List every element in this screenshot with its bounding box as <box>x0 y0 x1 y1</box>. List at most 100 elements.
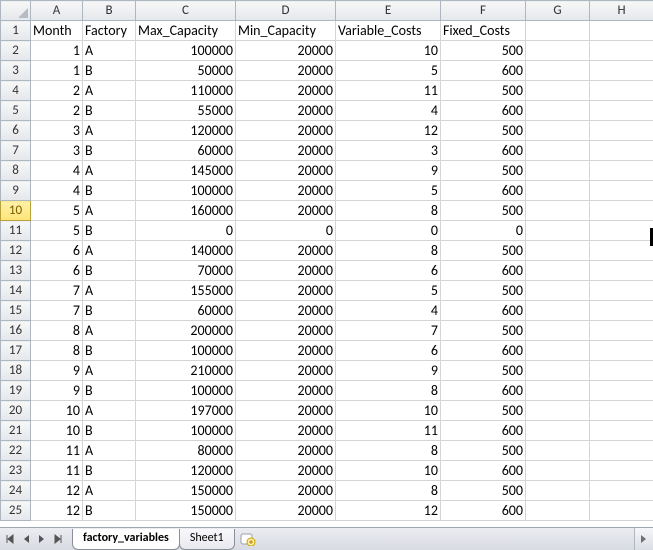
col-header-A[interactable]: A <box>31 1 83 21</box>
row-header[interactable]: 15 <box>1 301 31 321</box>
cell[interactable]: Month <box>31 21 83 41</box>
cell[interactable]: B <box>83 141 136 161</box>
cell[interactable]: 500 <box>441 41 526 61</box>
cell[interactable]: 200000 <box>136 321 236 341</box>
cell[interactable]: 9 <box>336 161 441 181</box>
row-header[interactable]: 5 <box>1 101 31 121</box>
cell[interactable] <box>526 61 590 81</box>
sheet-tab[interactable]: Sheet1 <box>179 529 235 550</box>
row-header[interactable]: 18 <box>1 361 31 381</box>
cell[interactable]: 1 <box>31 61 83 81</box>
cell[interactable]: 500 <box>441 361 526 381</box>
cell[interactable] <box>526 301 590 321</box>
cell[interactable]: B <box>83 421 136 441</box>
cell[interactable] <box>590 161 653 181</box>
cell[interactable]: 100000 <box>136 41 236 61</box>
cell[interactable] <box>590 361 653 381</box>
row-header[interactable]: 13 <box>1 261 31 281</box>
cell[interactable]: 500 <box>441 441 526 461</box>
cell[interactable]: 11 <box>336 81 441 101</box>
cell[interactable] <box>526 341 590 361</box>
cell[interactable] <box>526 421 590 441</box>
cell[interactable]: 20000 <box>236 441 336 461</box>
cell[interactable] <box>526 401 590 421</box>
row-header[interactable]: 20 <box>1 401 31 421</box>
cell[interactable]: A <box>83 361 136 381</box>
cell[interactable]: 20000 <box>236 401 336 421</box>
cell[interactable] <box>590 501 653 521</box>
col-header-G[interactable]: G <box>526 1 590 21</box>
cell[interactable]: 120000 <box>136 121 236 141</box>
cell[interactable]: 500 <box>441 401 526 421</box>
row-header[interactable]: 16 <box>1 321 31 341</box>
cell[interactable]: 20000 <box>236 321 336 341</box>
cell[interactable] <box>590 81 653 101</box>
cell[interactable]: 20000 <box>236 241 336 261</box>
cell[interactable] <box>590 121 653 141</box>
cell[interactable]: 8 <box>336 241 441 261</box>
cell[interactable] <box>590 141 653 161</box>
cell[interactable] <box>590 301 653 321</box>
cell[interactable]: 60000 <box>136 301 236 321</box>
cell[interactable]: 100000 <box>136 181 236 201</box>
cell[interactable] <box>526 201 590 221</box>
cell[interactable] <box>526 501 590 521</box>
sheet-tab[interactable]: factory_variables <box>72 529 180 550</box>
cell[interactable]: 100000 <box>136 381 236 401</box>
cell[interactable]: 7 <box>31 281 83 301</box>
cell[interactable]: 0 <box>236 221 336 241</box>
cell[interactable]: 20000 <box>236 421 336 441</box>
cell[interactable]: Factory <box>83 21 136 41</box>
cell[interactable]: 160000 <box>136 201 236 221</box>
cell[interactable]: 8 <box>336 381 441 401</box>
cell[interactable]: A <box>83 241 136 261</box>
cell[interactable]: 1 <box>31 41 83 61</box>
cell[interactable] <box>590 241 653 261</box>
cell[interactable]: 500 <box>441 81 526 101</box>
cell[interactable]: 210000 <box>136 361 236 381</box>
cell[interactable]: 7 <box>31 301 83 321</box>
cell[interactable]: 9 <box>31 361 83 381</box>
cell[interactable] <box>526 461 590 481</box>
cell[interactable]: 500 <box>441 121 526 141</box>
cell[interactable]: 600 <box>441 61 526 81</box>
cell[interactable] <box>590 221 653 241</box>
cell[interactable]: 55000 <box>136 101 236 121</box>
cell[interactable]: Fixed_Costs <box>441 21 526 41</box>
row-header[interactable]: 6 <box>1 121 31 141</box>
tab-nav-last-icon[interactable] <box>50 531 66 547</box>
row-header[interactable]: 11 <box>1 221 31 241</box>
cell[interactable]: B <box>83 461 136 481</box>
cell[interactable]: 600 <box>441 261 526 281</box>
cell[interactable]: 2 <box>31 81 83 101</box>
cell[interactable]: B <box>83 501 136 521</box>
cell[interactable]: 8 <box>336 201 441 221</box>
cell[interactable]: A <box>83 121 136 141</box>
cell[interactable]: 9 <box>31 381 83 401</box>
cell[interactable]: 600 <box>441 341 526 361</box>
row-header[interactable]: 2 <box>1 41 31 61</box>
row-header[interactable]: 23 <box>1 461 31 481</box>
cell[interactable]: 500 <box>441 481 526 501</box>
cell[interactable]: 20000 <box>236 501 336 521</box>
cell[interactable]: 0 <box>441 221 526 241</box>
cell[interactable]: 197000 <box>136 401 236 421</box>
cell[interactable]: 70000 <box>136 261 236 281</box>
cell[interactable] <box>526 241 590 261</box>
cell[interactable]: A <box>83 321 136 341</box>
cell[interactable]: 20000 <box>236 121 336 141</box>
cell[interactable] <box>590 201 653 221</box>
cell[interactable]: 4 <box>336 301 441 321</box>
row-header[interactable]: 10 <box>1 201 31 221</box>
cell[interactable] <box>590 481 653 501</box>
col-header-E[interactable]: E <box>336 1 441 21</box>
cell[interactable]: 11 <box>31 441 83 461</box>
cell[interactable]: 500 <box>441 161 526 181</box>
cell[interactable]: 12 <box>31 481 83 501</box>
cell[interactable]: 10 <box>336 461 441 481</box>
cell[interactable]: 20000 <box>236 361 336 381</box>
cell[interactable]: 20000 <box>236 81 336 101</box>
cell[interactable] <box>590 61 653 81</box>
row-header[interactable]: 24 <box>1 481 31 501</box>
cell[interactable] <box>526 181 590 201</box>
